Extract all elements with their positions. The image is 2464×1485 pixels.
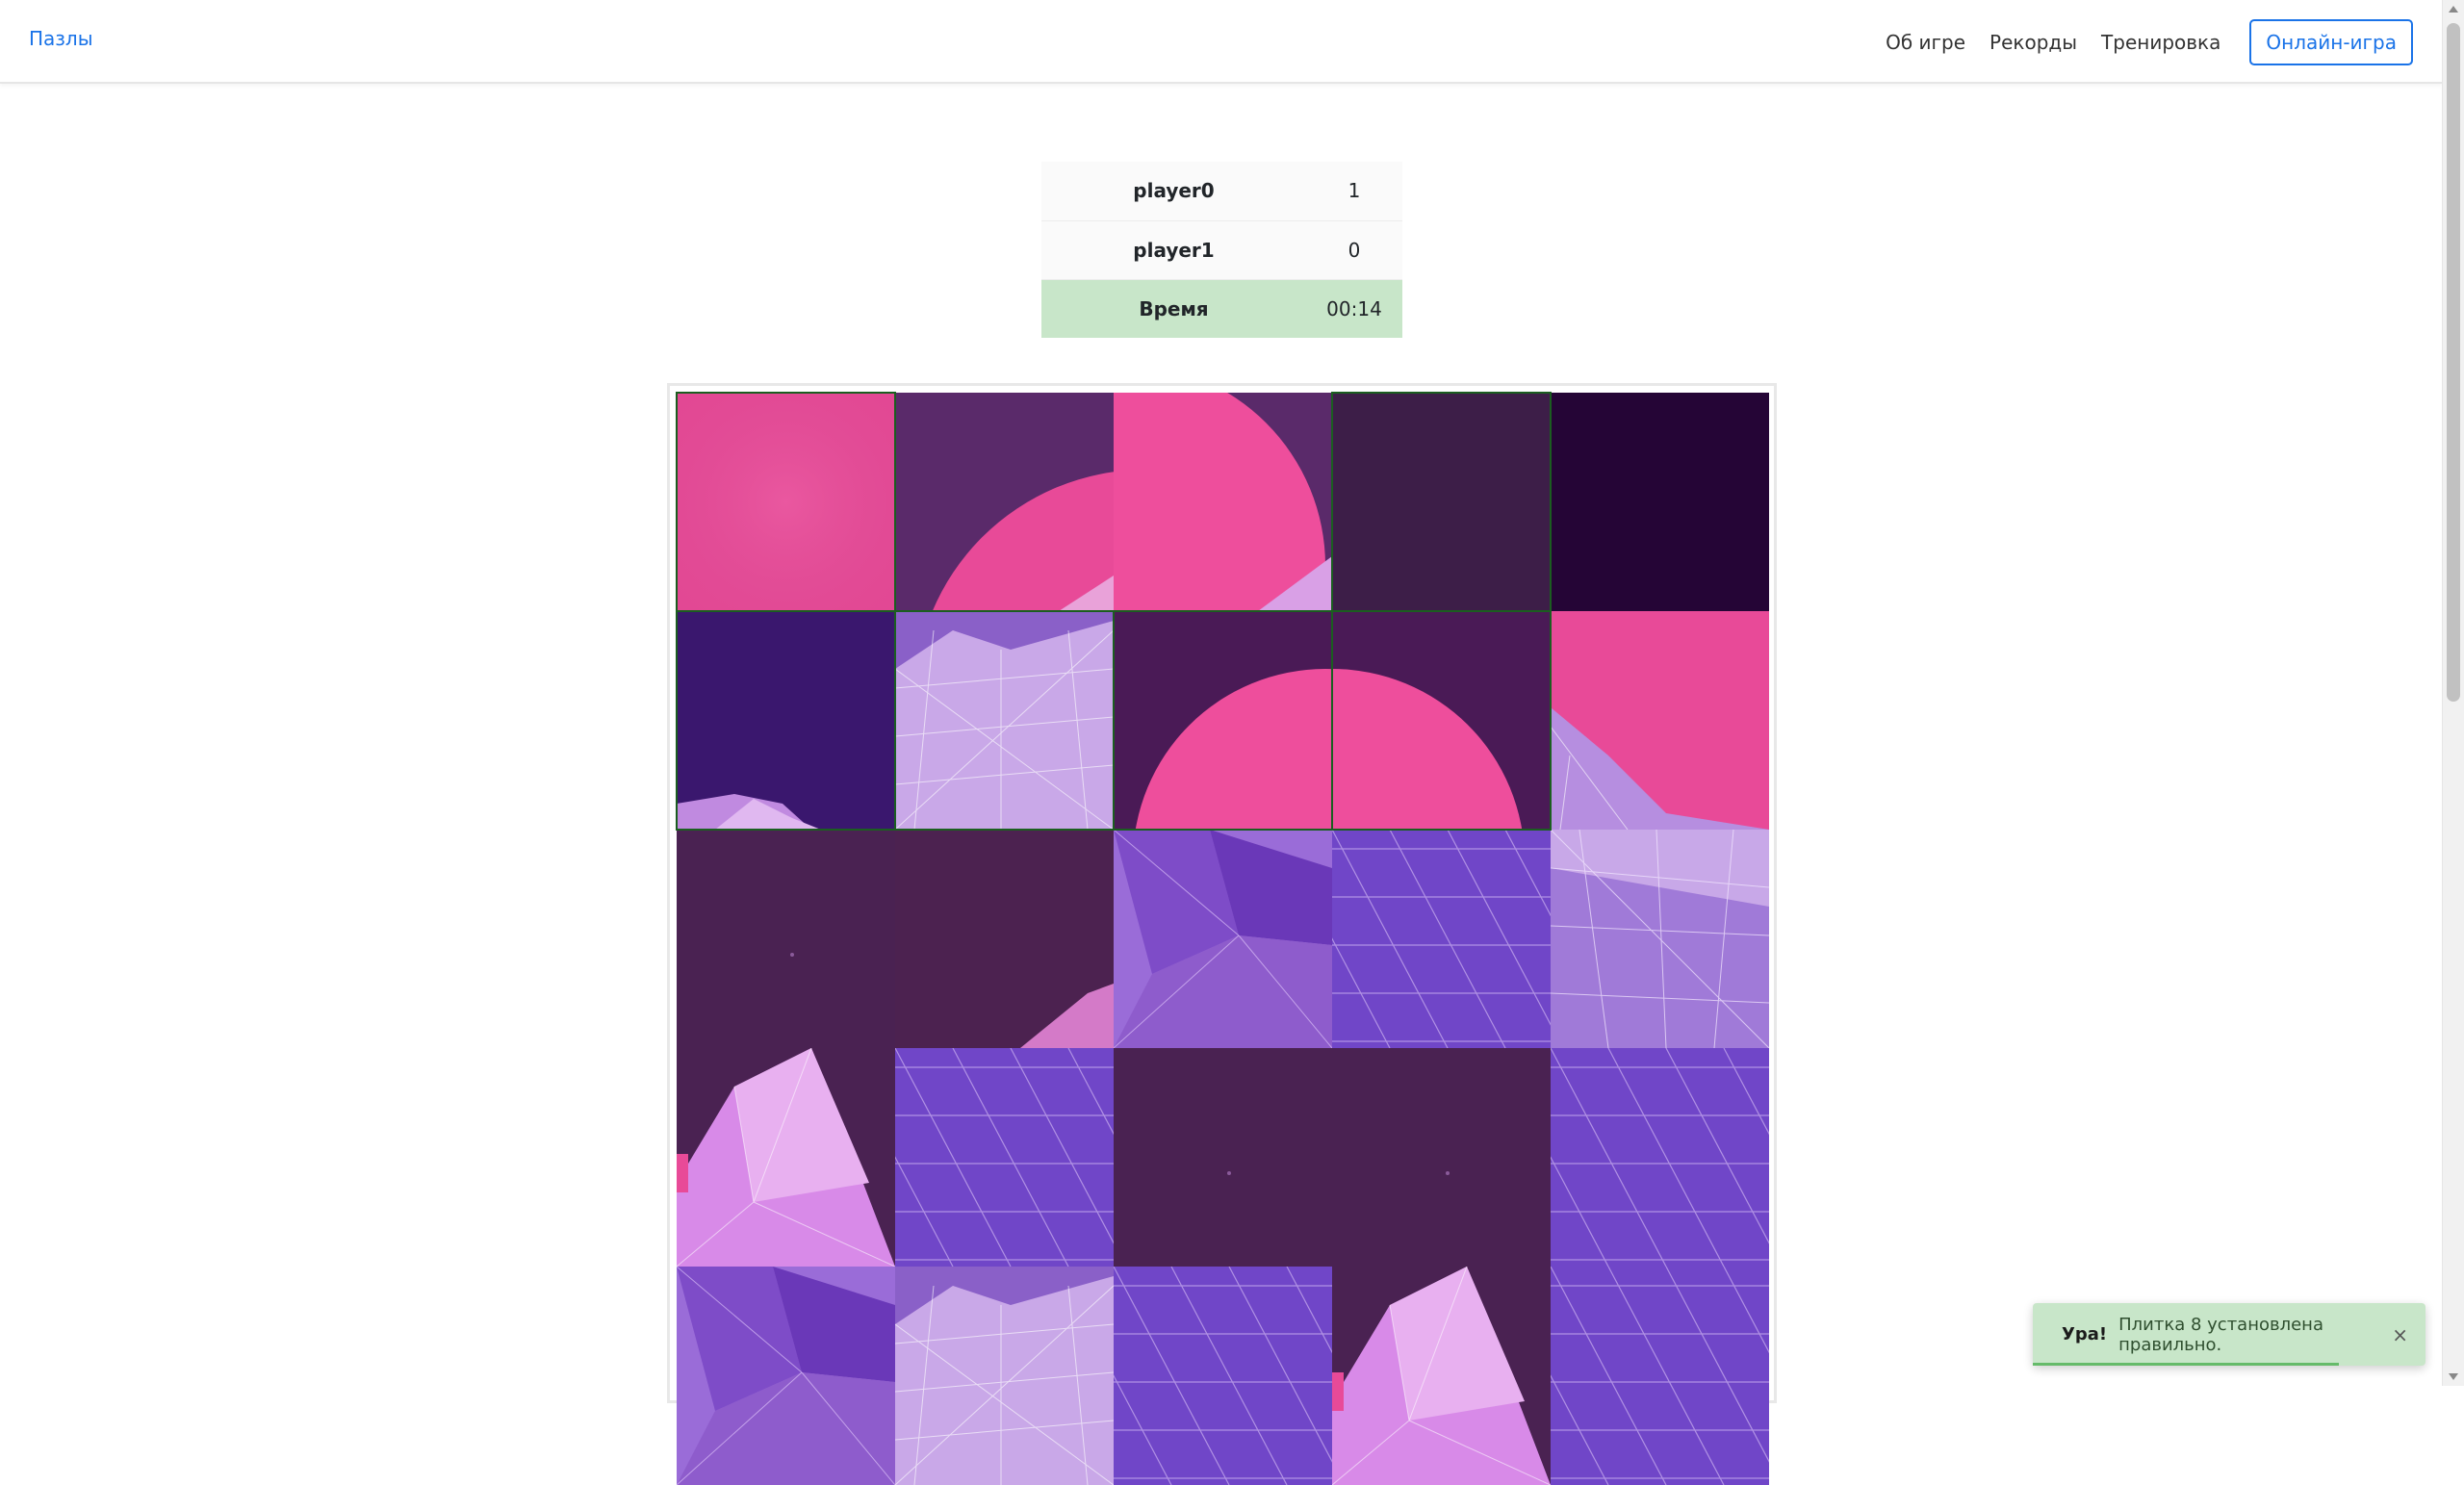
puzzle-tile[interactable]	[1114, 1267, 1332, 1485]
puzzle-tile[interactable]	[1331, 392, 1552, 612]
success-toast: Ура! Плитка 8 установлена правильно. ×	[2033, 1303, 2426, 1366]
puzzle-tile[interactable]	[1114, 1048, 1332, 1267]
nav-link-about[interactable]: Об игре	[1886, 31, 1965, 54]
page-scrollbar[interactable]	[2442, 0, 2464, 1386]
scroll-up-icon[interactable]	[2449, 6, 2458, 13]
time-value: 00:14	[1306, 279, 1402, 338]
puzzle-tile[interactable]	[1551, 393, 1769, 611]
puzzle-tile[interactable]	[1114, 830, 1332, 1048]
player-score: 1	[1306, 162, 1402, 221]
nav-links: Об игре Рекорды Тренировка Онлайн-игра	[1886, 0, 2442, 84]
player-row: player0 1	[1041, 162, 1402, 221]
puzzle-tile[interactable]	[677, 1048, 895, 1267]
puzzle-tile[interactable]	[1551, 830, 1769, 1048]
puzzle-tile[interactable]	[895, 1267, 1114, 1485]
player-name: player0	[1041, 162, 1306, 221]
puzzle-tile-image	[677, 1048, 895, 1267]
puzzle-tile[interactable]	[895, 1048, 1114, 1267]
puzzle-board	[676, 392, 1769, 1485]
player-score: 0	[1306, 220, 1402, 280]
brand-link[interactable]: Пазлы	[29, 27, 93, 50]
puzzle-tile-image	[1332, 1267, 1551, 1485]
puzzle-tile-image	[1114, 393, 1332, 611]
puzzle-tile-image	[1551, 1048, 1769, 1267]
time-label: Время	[1041, 279, 1306, 338]
player-row: player1 0	[1041, 220, 1402, 280]
puzzle-tile-image	[1332, 830, 1551, 1048]
toast-title: Ура!	[2062, 1324, 2108, 1344]
toast-message: Плитка 8 установлена правильно.	[2118, 1314, 2323, 1355]
puzzle-tile-image	[677, 611, 895, 830]
puzzle-tile-image	[1551, 1267, 1769, 1485]
puzzle-tile-image	[1332, 611, 1551, 830]
puzzle-tile-image	[677, 393, 895, 611]
nav-link-training[interactable]: Тренировка	[2101, 31, 2220, 54]
online-game-button[interactable]: Онлайн-игра	[2249, 18, 2413, 65]
puzzle-tile[interactable]	[894, 610, 1115, 831]
puzzle-tile-image	[1332, 393, 1551, 611]
puzzle-tile-image	[1551, 393, 1769, 611]
puzzle-tile-image	[1114, 1048, 1332, 1267]
puzzle-tile[interactable]	[1551, 1267, 1769, 1485]
toast-progress-bar	[2033, 1363, 2340, 1366]
puzzle-tile-image	[1551, 830, 1769, 1048]
puzzle-tile[interactable]	[677, 1267, 895, 1485]
puzzle-tile[interactable]	[676, 392, 896, 612]
puzzle-tile[interactable]	[1332, 1048, 1551, 1267]
puzzle-tile-image	[895, 1048, 1114, 1267]
puzzle-tile[interactable]	[895, 393, 1114, 611]
scroll-down-icon[interactable]	[2449, 1373, 2458, 1380]
puzzle-tile-image	[677, 1267, 895, 1485]
puzzle-tile-image	[1114, 830, 1332, 1048]
puzzle-tile-image	[895, 830, 1114, 1048]
nav-link-records[interactable]: Рекорды	[1989, 31, 2077, 54]
puzzle-tile-image	[677, 830, 895, 1048]
puzzle-tile-image	[895, 1267, 1114, 1485]
time-row: Время 00:14	[1041, 279, 1402, 338]
puzzle-tile[interactable]	[1113, 610, 1333, 831]
player-name: player1	[1041, 220, 1306, 280]
scoreboard: player0 1 player1 0 Время 00:14	[1041, 162, 1402, 338]
puzzle-tile[interactable]	[1114, 393, 1332, 611]
puzzle-tile[interactable]	[1332, 1267, 1551, 1485]
puzzle-tile[interactable]	[677, 830, 895, 1048]
puzzle-tile-image	[1114, 1267, 1332, 1485]
puzzle-tile-image	[1551, 611, 1769, 830]
puzzle-tile[interactable]	[1551, 611, 1769, 830]
puzzle-tile[interactable]	[895, 830, 1114, 1048]
puzzle-tile-image	[1332, 1048, 1551, 1267]
puzzle-tile[interactable]	[1551, 1048, 1769, 1267]
top-navbar: Пазлы Об игре Рекорды Тренировка Онлайн-…	[0, 0, 2442, 84]
puzzle-tile[interactable]	[676, 610, 896, 831]
puzzle-tile-image	[895, 611, 1114, 830]
scroll-thumb[interactable]	[2447, 23, 2460, 702]
puzzle-tile-image	[1114, 611, 1332, 830]
puzzle-tile[interactable]	[1332, 830, 1551, 1048]
puzzle-tile[interactable]	[1331, 610, 1552, 831]
close-icon[interactable]: ×	[2392, 1323, 2408, 1346]
puzzle-tile-image	[895, 393, 1114, 611]
puzzle-frame	[667, 383, 1777, 1485]
